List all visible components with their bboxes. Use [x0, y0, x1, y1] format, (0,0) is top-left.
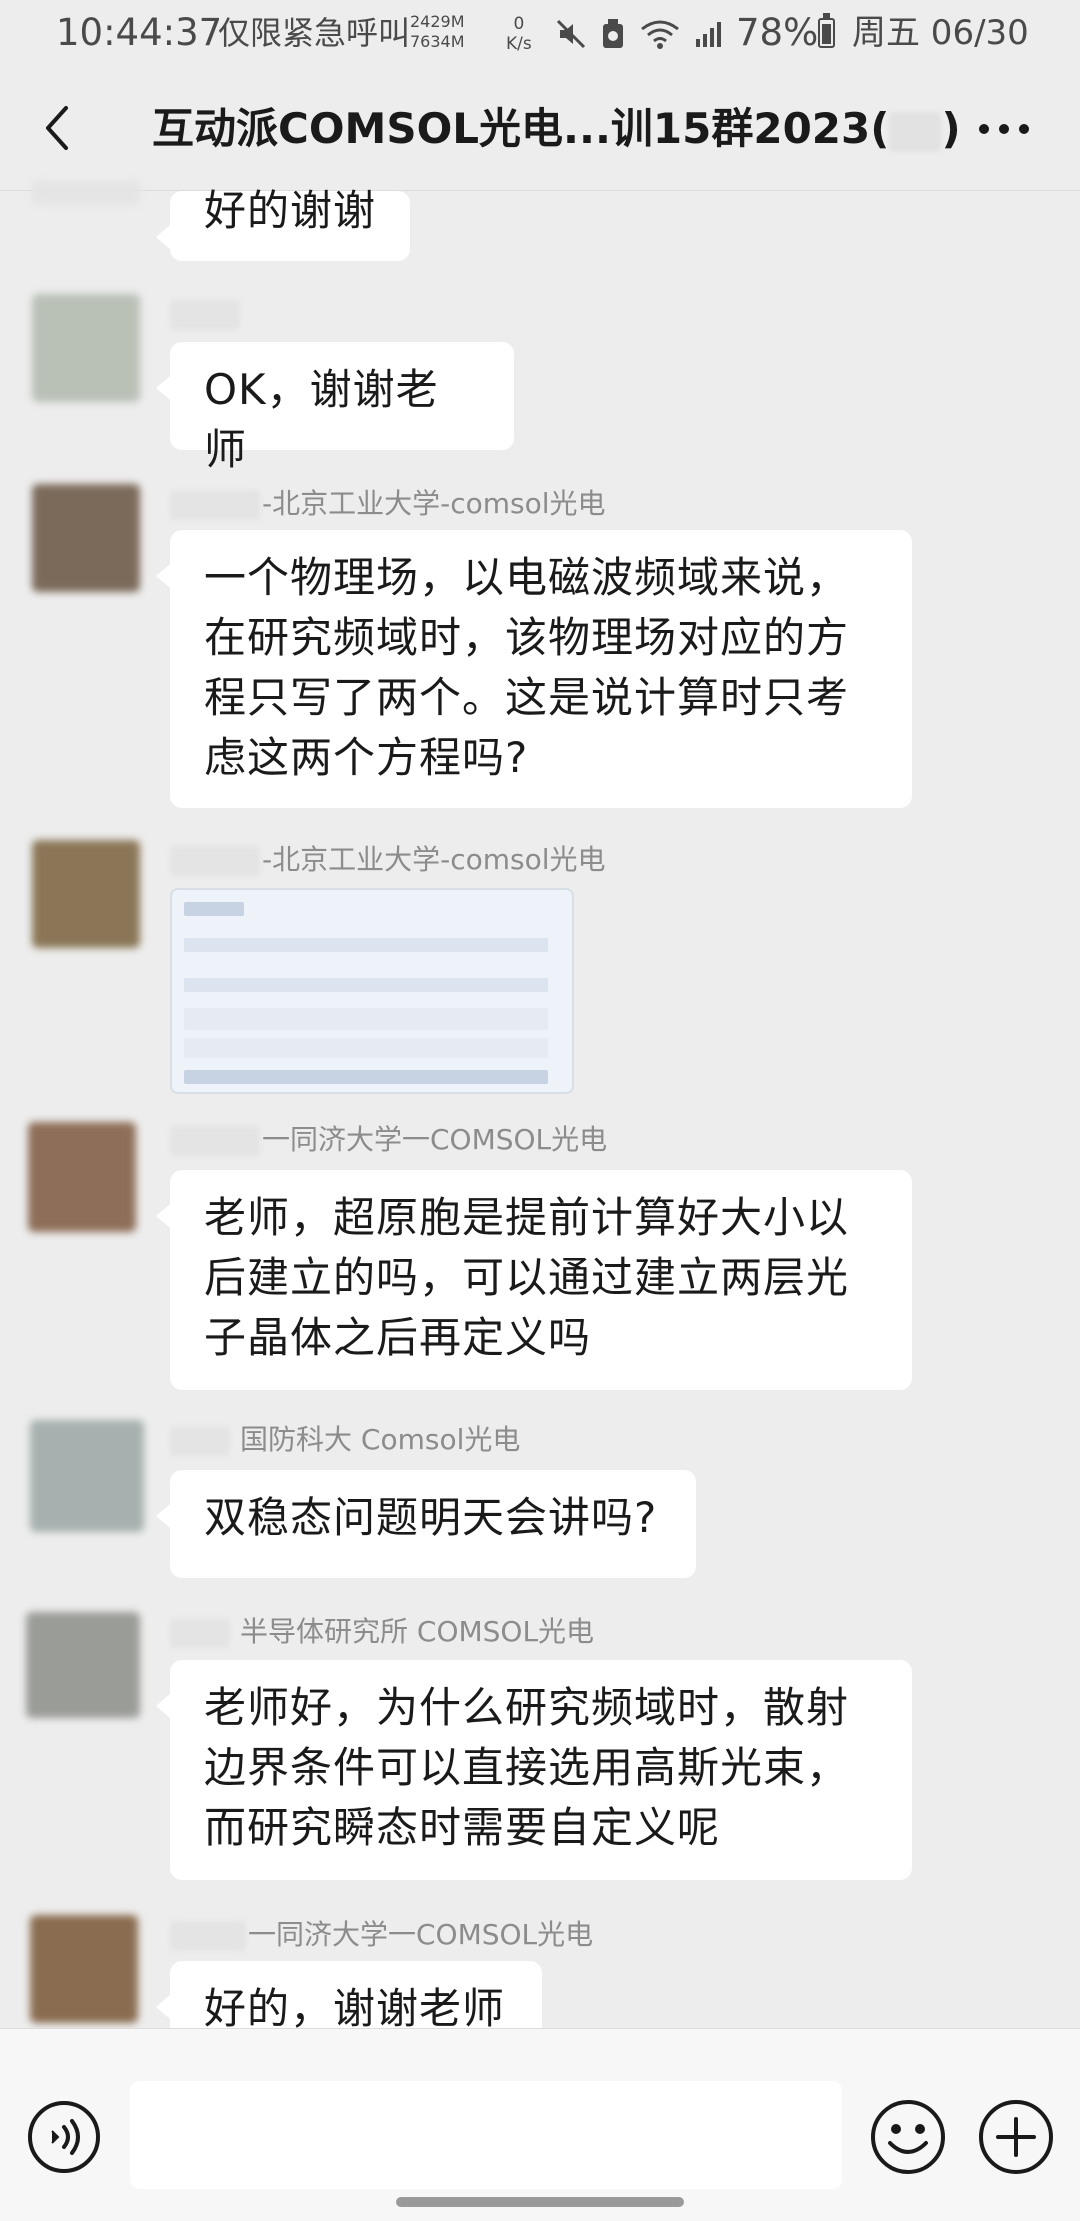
sender-text: 一同济大学一COMSOL光电	[248, 1918, 594, 1951]
sender-text: 一同济大学一COMSOL光电	[262, 1123, 608, 1156]
recycle-icon	[603, 19, 623, 48]
more-options-icon[interactable]	[974, 114, 1034, 144]
mute-icon	[556, 19, 586, 49]
sender-text: -北京工业大学-comsol光电	[262, 487, 606, 520]
avatar[interactable]	[30, 1915, 138, 2023]
redacted-block	[889, 111, 942, 152]
message-text: 好的谢谢	[204, 186, 377, 235]
sender-name: 一同济大学一COMSOL光电	[170, 1915, 593, 1955]
chat-title: 互动派COMSOL光电...训15群2023()	[152, 94, 961, 164]
status-net-speed: 0 K/s	[506, 14, 532, 54]
message-text: 一个物理场，以电磁波频域来说，在研究频域时，该物理场对应的方程只写了两个。这是说…	[204, 553, 850, 782]
message-bubble[interactable]: 双稳态问题明天会讲吗?	[156, 1470, 696, 1578]
avatar[interactable]	[32, 181, 140, 205]
status-carrier: 仅限紧急呼叫	[218, 14, 411, 52]
status-memory: 2429M 7634M	[410, 12, 465, 52]
sender-name	[170, 294, 242, 334]
sender-name: -北京工业大学-comsol光电	[170, 840, 606, 880]
chat-title-text: 互动派COMSOL光电...训15群2023(	[152, 104, 890, 153]
message-text: 双稳态问题明天会讲吗?	[204, 1493, 658, 1542]
message-bubble[interactable]: 老师，超原胞是提前计算好大小以后建立的吗，可以通过建立两层光子晶体之后再定义吗	[156, 1170, 912, 1390]
message-bubble[interactable]: 老师好，为什么研究频域时，散射边界条件可以直接选用高斯光束，而研究瞬态时需要自定…	[156, 1660, 912, 1880]
avatar[interactable]	[32, 840, 140, 948]
status-net-value: 0	[513, 14, 525, 34]
signal-icon	[696, 22, 721, 47]
message-text: 老师好，为什么研究频域时，散射边界条件可以直接选用高斯光束，而研究瞬态时需要自定…	[204, 1683, 850, 1852]
voice-icon[interactable]	[26, 2099, 102, 2175]
status-date: 周五 06/30	[852, 13, 1029, 53]
chat-header: 互动派COMSOL光电...训15群2023()	[0, 66, 1080, 191]
avatar[interactable]	[26, 1612, 140, 1718]
message-bubble[interactable]: OK，谢谢老师	[156, 342, 514, 474]
status-icons	[556, 14, 726, 54]
input-bar	[0, 2028, 1080, 2221]
avatar[interactable]	[30, 1420, 144, 1532]
status-memory-bottom: 7634M	[410, 32, 465, 51]
message-bubble[interactable]: 好的谢谢	[156, 190, 410, 261]
sender-name: 国防科大 Comsol光电	[170, 1420, 520, 1460]
status-memory-top: 2429M	[410, 12, 465, 31]
chat-title-end: )	[941, 104, 961, 153]
message-text: OK，谢谢老师	[204, 365, 439, 474]
wifi-icon	[641, 20, 679, 49]
message-bubble[interactable]: 一个物理场，以电磁波频域来说，在研究频域时，该物理场对应的方程只写了两个。这是说…	[156, 530, 912, 808]
status-bar: 10:44:37 仅限紧急呼叫 2429M 7634M 0 K/s 78% 周五…	[0, 0, 1080, 66]
image-message[interactable]	[170, 888, 574, 1094]
message-text: 好的，谢谢老师	[204, 1984, 506, 2033]
sender-name: 一同济大学一COMSOL光电	[170, 1120, 607, 1160]
battery-icon	[818, 13, 835, 48]
sender-text: 国防科大 Comsol光电	[240, 1423, 521, 1456]
status-time: 10:44:37	[56, 11, 223, 54]
avatar[interactable]	[28, 1122, 136, 1232]
message-input[interactable]	[130, 2081, 842, 2189]
sender-name: -北京工业大学-comsol光电	[170, 484, 606, 524]
plus-icon[interactable]	[976, 2097, 1056, 2177]
sender-text: -北京工业大学-comsol光电	[262, 843, 606, 876]
sender-text: 半导体研究所 COMSOL光电	[240, 1615, 595, 1648]
status-net-unit: K/s	[506, 34, 532, 54]
back-arrow-icon[interactable]	[30, 98, 90, 158]
sender-name: 半导体研究所 COMSOL光电	[170, 1612, 594, 1652]
avatar[interactable]	[32, 294, 140, 402]
message-text: 老师，超原胞是提前计算好大小以后建立的吗，可以通过建立两层光子晶体之后再定义吗	[204, 1193, 850, 1362]
battery-percent: 78%	[736, 11, 819, 54]
home-indicator[interactable]	[396, 2197, 684, 2207]
emoji-icon[interactable]	[868, 2097, 948, 2177]
avatar[interactable]	[32, 484, 140, 592]
